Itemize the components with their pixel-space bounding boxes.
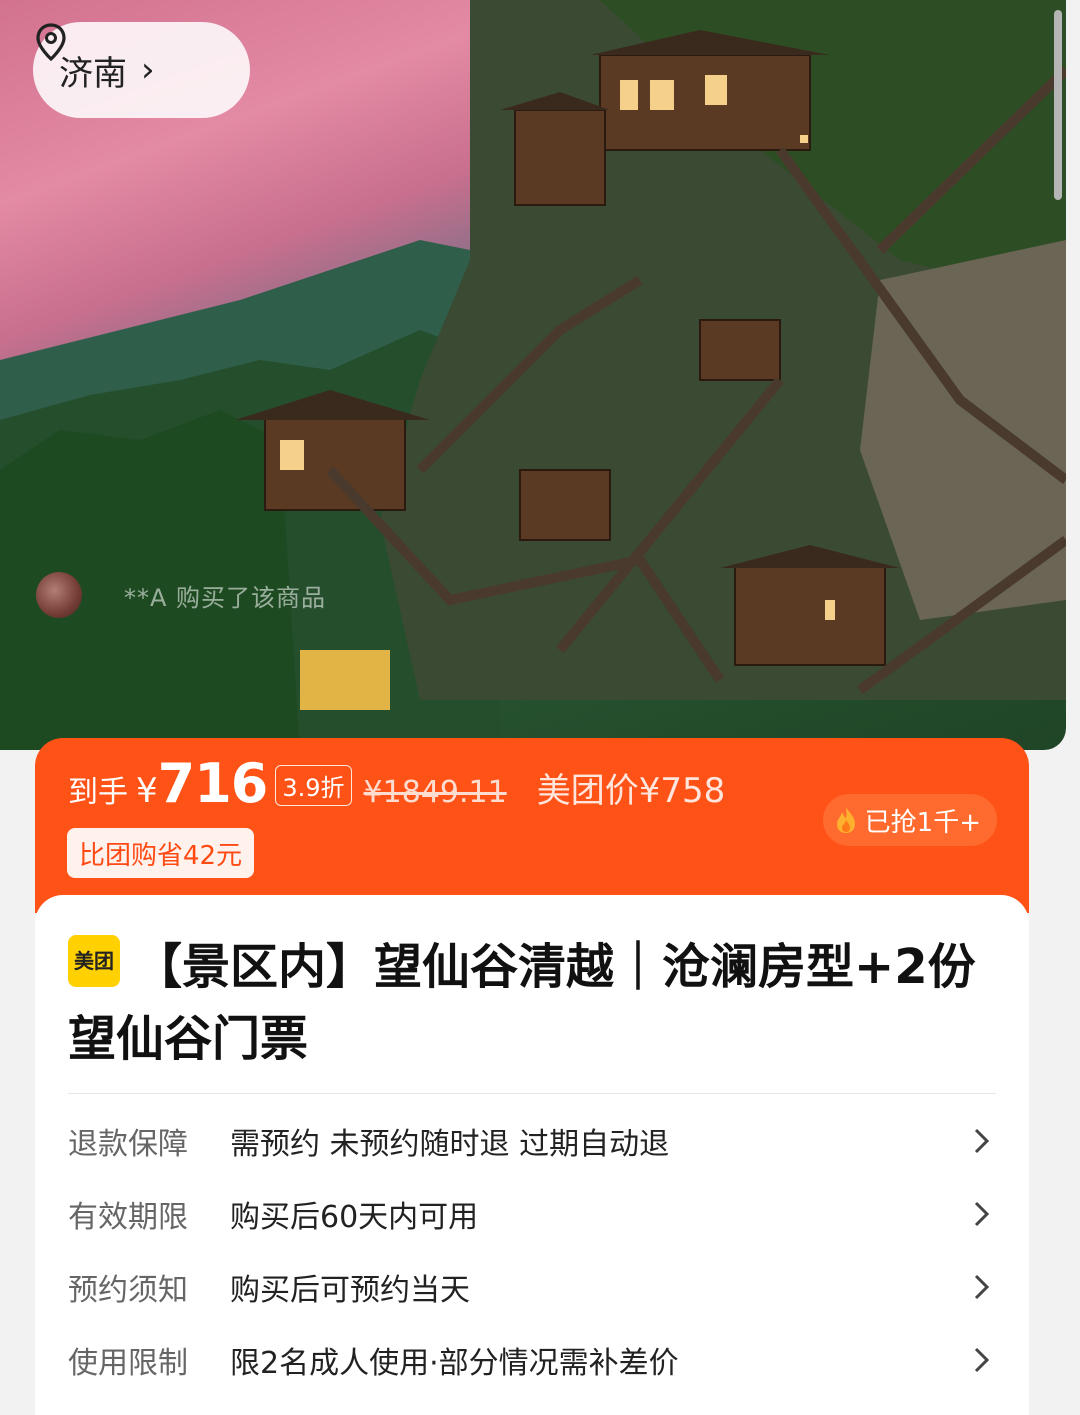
original-price: ¥1849.11 [363, 775, 507, 810]
detail-key: 退款保障 [68, 1127, 188, 1162]
detail-row-booking[interactable]: 预约须知 购买后可预约当天 [68, 1259, 996, 1315]
chevron-right-icon [974, 1347, 990, 1373]
price-row: 到手 ¥ 716 3.9折 ¥1849.11 美团价¥758 [68, 752, 725, 815]
sales-badge: 已抢1千+ [822, 794, 997, 846]
product-title-block: 美团 【景区内】望仙谷清越｜沧澜房型+2份望仙谷门票 [68, 931, 988, 1075]
fire-icon [836, 807, 855, 833]
final-price-label: 到手 [68, 775, 128, 810]
detail-value: 限2名成人使用·部分情况需补差价 [230, 1346, 679, 1381]
buyer-text: **A 购买了该商品 [124, 583, 327, 612]
detail-key: 有效期限 [68, 1200, 188, 1235]
detail-value: 需预约 未预约随时退 过期自动退 [230, 1127, 670, 1162]
final-price-amount: 716 [157, 752, 269, 815]
product-info-card: 美团 【景区内】望仙谷清越｜沧澜房型+2份望仙谷门票 退款保障 需预约 未预约随时… [35, 895, 1029, 1415]
detail-key: 使用限制 [68, 1346, 188, 1381]
chevron-right-icon [974, 1201, 990, 1227]
detail-row-validity[interactable]: 有效期限 购买后60天内可用 [68, 1186, 996, 1242]
detail-value: 购买后60天内可用 [230, 1200, 479, 1235]
product-title: 【景区内】望仙谷清越｜沧澜房型+2份望仙谷门票 [68, 939, 976, 1067]
recent-buyer-notice: **A 购买了该商品 [36, 572, 326, 618]
hero-image[interactable]: 济南 › **A 购买了该商品 [0, 0, 1066, 750]
chevron-right-icon: › [141, 50, 155, 90]
location-pin-icon [36, 23, 66, 62]
meituan-price: 美团价¥758 [536, 771, 726, 811]
sales-count: 已抢1千+ [864, 807, 981, 838]
chevron-right-icon [974, 1274, 990, 1300]
detail-key: 预约须知 [68, 1273, 188, 1308]
discount-badge: 3.9折 [275, 765, 352, 806]
scrollbar[interactable] [1054, 10, 1062, 200]
city-name: 济南 [59, 53, 127, 94]
detail-row-refund[interactable]: 退款保障 需预约 未预约随时退 过期自动退 [68, 1113, 996, 1169]
avatar [36, 572, 82, 618]
saving-badge: 比团购省42元 [67, 828, 255, 878]
divider [68, 1093, 996, 1094]
chevron-right-icon [974, 1128, 990, 1154]
detail-row-usage-limit[interactable]: 使用限制 限2名成人使用·部分情况需补差价 [68, 1332, 996, 1388]
location-selector[interactable]: 济南 › [33, 22, 250, 118]
currency-symbol: ¥ [136, 771, 158, 811]
meituan-logo: 美团 [68, 935, 120, 987]
price-banner: 到手 ¥ 716 3.9折 ¥1849.11 美团价¥758 比团购省42元 已… [35, 738, 1029, 913]
detail-value: 购买后可预约当天 [230, 1273, 470, 1308]
